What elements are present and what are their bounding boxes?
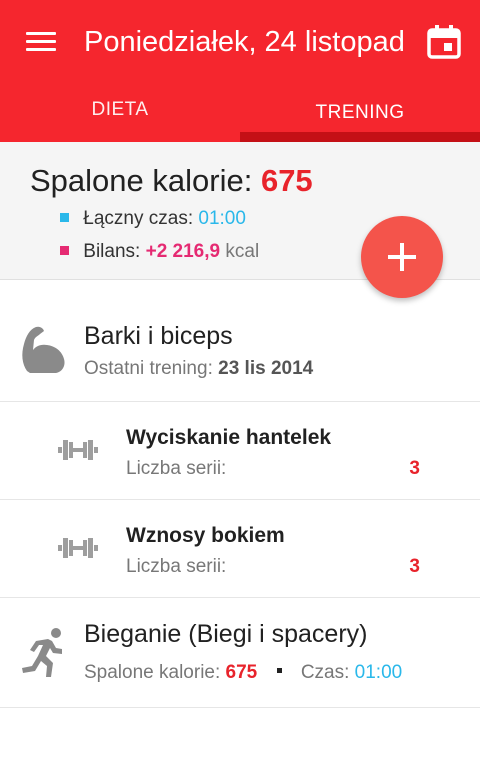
flexed-arm-icon: [22, 326, 65, 373]
add-button[interactable]: [361, 216, 443, 298]
exercise-name: Wyciskanie hantelek: [126, 426, 332, 449]
sets-count: 3: [409, 556, 420, 577]
cardio-title: Bieganie (Biegi i spacery): [84, 620, 368, 648]
balance-unit: kcal: [225, 241, 260, 262]
dumbbell-icon: [58, 440, 98, 460]
pink-bullet: [60, 246, 69, 255]
burned-calories-label: Spalone kalorie:: [30, 163, 253, 198]
burned-calories-summary: Spalone kalorie: 675: [30, 162, 313, 200]
total-time-label: Łączny czas:: [83, 208, 194, 229]
menu-icon[interactable]: [24, 28, 58, 56]
last-workout-date: 23 lis 2014: [218, 358, 314, 379]
exercise-item[interactable]: Wyciskanie hantelek Liczba serii: 3: [0, 402, 480, 500]
sets-label: Liczba serii:: [126, 556, 227, 577]
cardio-item[interactable]: Bieganie (Biegi i spacery) Spalone kalor…: [0, 598, 480, 708]
cardio-time-value: 01:00: [354, 662, 403, 683]
active-tab-indicator: [240, 132, 480, 142]
calendar-icon[interactable]: [426, 24, 462, 60]
exercise-name: Wznosy bokiem: [126, 524, 285, 547]
tab-dieta[interactable]: DIETA: [0, 84, 240, 142]
last-workout-label: Ostatni trening:: [84, 358, 213, 379]
workout-title: Barki i biceps: [84, 322, 233, 350]
cardio-time-label: Czas:: [300, 662, 350, 683]
burned-calories-value: 675: [260, 163, 313, 198]
cardio-burned-label: Spalone kalorie:: [84, 662, 221, 683]
balance-row: Bilans: +2 216,9 kcal: [60, 239, 259, 265]
balance-label: Bilans:: [83, 241, 141, 262]
app-bar: Poniedziałek, 24 listopada DIETA TRENING: [0, 0, 480, 142]
exercise-item[interactable]: Wznosy bokiem Liczba serii: 3: [0, 500, 480, 598]
cardio-stats-row: Spalone kalorie: 675 Czas: 01:00: [84, 660, 402, 686]
cardio-burned-value: 675: [225, 662, 258, 683]
page-title: Poniedziałek, 24 listopada: [84, 26, 406, 58]
blue-bullet: [60, 213, 69, 222]
separator-dot: [276, 668, 282, 673]
sets-label: Liczba serii:: [126, 458, 227, 479]
sets-count: 3: [409, 458, 420, 479]
running-person-icon: [22, 628, 62, 677]
workout-item[interactable]: Barki i biceps Ostatni trening: 23 lis 2…: [0, 300, 480, 402]
balance-value: +2 216,9: [145, 241, 221, 262]
total-time-row: Łączny czas: 01:00: [60, 206, 246, 232]
last-workout-row: Ostatni trening: 23 lis 2014: [84, 356, 313, 382]
dumbbell-icon: [58, 538, 98, 558]
total-time-value: 01:00: [198, 208, 246, 229]
